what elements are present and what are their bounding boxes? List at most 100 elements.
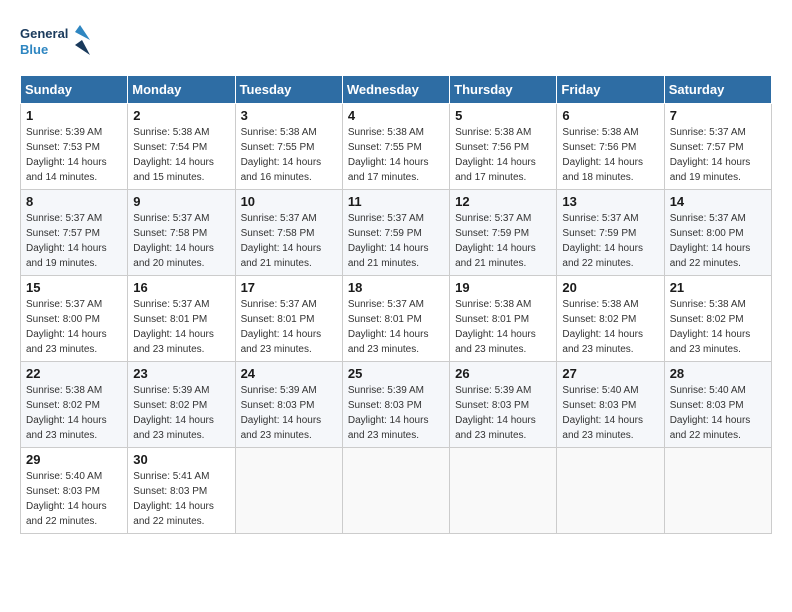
calendar-cell: 5 Sunrise: 5:38 AM Sunset: 7:56 PM Dayli… bbox=[450, 104, 557, 190]
day-number: 26 bbox=[455, 366, 551, 381]
day-info: Sunrise: 5:38 AM Sunset: 8:02 PM Dayligh… bbox=[670, 297, 766, 357]
sunrise-label: Sunrise: 5:41 AM bbox=[133, 471, 209, 482]
daylight-label: Daylight: 14 hours and 23 minutes. bbox=[241, 329, 322, 355]
daylight-label: Daylight: 14 hours and 22 minutes. bbox=[26, 501, 107, 527]
day-info: Sunrise: 5:38 AM Sunset: 8:02 PM Dayligh… bbox=[562, 297, 658, 357]
day-number: 20 bbox=[562, 280, 658, 295]
sunset-label: Sunset: 8:03 PM bbox=[562, 400, 636, 411]
day-info: Sunrise: 5:37 AM Sunset: 7:59 PM Dayligh… bbox=[348, 211, 444, 271]
calendar-cell: 22 Sunrise: 5:38 AM Sunset: 8:02 PM Dayl… bbox=[21, 362, 128, 448]
sunrise-label: Sunrise: 5:38 AM bbox=[241, 127, 317, 138]
day-info: Sunrise: 5:38 AM Sunset: 8:01 PM Dayligh… bbox=[455, 297, 551, 357]
sunset-label: Sunset: 8:03 PM bbox=[455, 400, 529, 411]
weekday-header-cell: Wednesday bbox=[342, 76, 449, 104]
weekday-header-cell: Friday bbox=[557, 76, 664, 104]
daylight-label: Daylight: 14 hours and 23 minutes. bbox=[241, 415, 322, 441]
sunset-label: Sunset: 7:58 PM bbox=[133, 228, 207, 239]
sunset-label: Sunset: 7:59 PM bbox=[455, 228, 529, 239]
sunrise-label: Sunrise: 5:39 AM bbox=[133, 385, 209, 396]
sunset-label: Sunset: 7:55 PM bbox=[241, 142, 315, 153]
daylight-label: Daylight: 14 hours and 23 minutes. bbox=[133, 329, 214, 355]
day-info: Sunrise: 5:38 AM Sunset: 7:56 PM Dayligh… bbox=[455, 125, 551, 185]
day-number: 28 bbox=[670, 366, 766, 381]
calendar-cell: 9 Sunrise: 5:37 AM Sunset: 7:58 PM Dayli… bbox=[128, 190, 235, 276]
sunset-label: Sunset: 7:59 PM bbox=[348, 228, 422, 239]
daylight-label: Daylight: 14 hours and 21 minutes. bbox=[348, 243, 429, 269]
day-info: Sunrise: 5:41 AM Sunset: 8:03 PM Dayligh… bbox=[133, 469, 229, 529]
calendar-cell: 29 Sunrise: 5:40 AM Sunset: 8:03 PM Dayl… bbox=[21, 448, 128, 534]
daylight-label: Daylight: 14 hours and 23 minutes. bbox=[455, 415, 536, 441]
sunset-label: Sunset: 8:03 PM bbox=[348, 400, 422, 411]
sunset-label: Sunset: 7:59 PM bbox=[562, 228, 636, 239]
sunrise-label: Sunrise: 5:38 AM bbox=[348, 127, 424, 138]
sunset-label: Sunset: 8:01 PM bbox=[348, 314, 422, 325]
calendar-cell: 17 Sunrise: 5:37 AM Sunset: 8:01 PM Dayl… bbox=[235, 276, 342, 362]
daylight-label: Daylight: 14 hours and 23 minutes. bbox=[26, 329, 107, 355]
sunrise-label: Sunrise: 5:37 AM bbox=[133, 299, 209, 310]
day-info: Sunrise: 5:37 AM Sunset: 7:57 PM Dayligh… bbox=[670, 125, 766, 185]
day-info: Sunrise: 5:39 AM Sunset: 8:02 PM Dayligh… bbox=[133, 383, 229, 443]
sunrise-label: Sunrise: 5:37 AM bbox=[670, 127, 746, 138]
day-number: 23 bbox=[133, 366, 229, 381]
calendar-cell: 26 Sunrise: 5:39 AM Sunset: 8:03 PM Dayl… bbox=[450, 362, 557, 448]
calendar-cell: 1 Sunrise: 5:39 AM Sunset: 7:53 PM Dayli… bbox=[21, 104, 128, 190]
day-info: Sunrise: 5:38 AM Sunset: 7:55 PM Dayligh… bbox=[241, 125, 337, 185]
calendar-cell: 25 Sunrise: 5:39 AM Sunset: 8:03 PM Dayl… bbox=[342, 362, 449, 448]
calendar-cell bbox=[235, 448, 342, 534]
sunset-label: Sunset: 8:01 PM bbox=[133, 314, 207, 325]
sunrise-label: Sunrise: 5:37 AM bbox=[455, 213, 531, 224]
sunset-label: Sunset: 8:02 PM bbox=[133, 400, 207, 411]
sunset-label: Sunset: 8:02 PM bbox=[670, 314, 744, 325]
calendar-body: 1 Sunrise: 5:39 AM Sunset: 7:53 PM Dayli… bbox=[21, 104, 772, 534]
calendar-cell: 19 Sunrise: 5:38 AM Sunset: 8:01 PM Dayl… bbox=[450, 276, 557, 362]
daylight-label: Daylight: 14 hours and 21 minutes. bbox=[455, 243, 536, 269]
logo-icon: General Blue bbox=[20, 20, 90, 65]
day-info: Sunrise: 5:38 AM Sunset: 7:54 PM Dayligh… bbox=[133, 125, 229, 185]
calendar-cell: 14 Sunrise: 5:37 AM Sunset: 8:00 PM Dayl… bbox=[664, 190, 771, 276]
calendar-cell: 30 Sunrise: 5:41 AM Sunset: 8:03 PM Dayl… bbox=[128, 448, 235, 534]
day-info: Sunrise: 5:39 AM Sunset: 7:53 PM Dayligh… bbox=[26, 125, 122, 185]
calendar-cell: 28 Sunrise: 5:40 AM Sunset: 8:03 PM Dayl… bbox=[664, 362, 771, 448]
sunrise-label: Sunrise: 5:38 AM bbox=[26, 385, 102, 396]
logo: General Blue bbox=[20, 20, 90, 65]
day-number: 13 bbox=[562, 194, 658, 209]
calendar-cell: 12 Sunrise: 5:37 AM Sunset: 7:59 PM Dayl… bbox=[450, 190, 557, 276]
calendar-cell: 8 Sunrise: 5:37 AM Sunset: 7:57 PM Dayli… bbox=[21, 190, 128, 276]
calendar-cell: 23 Sunrise: 5:39 AM Sunset: 8:02 PM Dayl… bbox=[128, 362, 235, 448]
daylight-label: Daylight: 14 hours and 22 minutes. bbox=[670, 243, 751, 269]
sunset-label: Sunset: 7:56 PM bbox=[455, 142, 529, 153]
sunrise-label: Sunrise: 5:37 AM bbox=[26, 213, 102, 224]
day-info: Sunrise: 5:40 AM Sunset: 8:03 PM Dayligh… bbox=[670, 383, 766, 443]
calendar-cell: 15 Sunrise: 5:37 AM Sunset: 8:00 PM Dayl… bbox=[21, 276, 128, 362]
calendar-cell: 21 Sunrise: 5:38 AM Sunset: 8:02 PM Dayl… bbox=[664, 276, 771, 362]
sunset-label: Sunset: 7:58 PM bbox=[241, 228, 315, 239]
calendar-cell: 10 Sunrise: 5:37 AM Sunset: 7:58 PM Dayl… bbox=[235, 190, 342, 276]
calendar-week-row: 15 Sunrise: 5:37 AM Sunset: 8:00 PM Dayl… bbox=[21, 276, 772, 362]
sunrise-label: Sunrise: 5:37 AM bbox=[26, 299, 102, 310]
day-number: 24 bbox=[241, 366, 337, 381]
calendar-cell: 4 Sunrise: 5:38 AM Sunset: 7:55 PM Dayli… bbox=[342, 104, 449, 190]
calendar-cell: 7 Sunrise: 5:37 AM Sunset: 7:57 PM Dayli… bbox=[664, 104, 771, 190]
day-number: 14 bbox=[670, 194, 766, 209]
sunrise-label: Sunrise: 5:39 AM bbox=[26, 127, 102, 138]
day-info: Sunrise: 5:39 AM Sunset: 8:03 PM Dayligh… bbox=[455, 383, 551, 443]
weekday-header-cell: Thursday bbox=[450, 76, 557, 104]
sunset-label: Sunset: 8:02 PM bbox=[562, 314, 636, 325]
sunrise-label: Sunrise: 5:40 AM bbox=[670, 385, 746, 396]
sunset-label: Sunset: 7:53 PM bbox=[26, 142, 100, 153]
day-info: Sunrise: 5:37 AM Sunset: 7:59 PM Dayligh… bbox=[455, 211, 551, 271]
sunset-label: Sunset: 8:02 PM bbox=[26, 400, 100, 411]
sunset-label: Sunset: 7:57 PM bbox=[26, 228, 100, 239]
daylight-label: Daylight: 14 hours and 15 minutes. bbox=[133, 157, 214, 183]
calendar-cell bbox=[557, 448, 664, 534]
calendar-cell: 27 Sunrise: 5:40 AM Sunset: 8:03 PM Dayl… bbox=[557, 362, 664, 448]
sunrise-label: Sunrise: 5:37 AM bbox=[670, 213, 746, 224]
sunrise-label: Sunrise: 5:37 AM bbox=[241, 299, 317, 310]
day-info: Sunrise: 5:37 AM Sunset: 8:01 PM Dayligh… bbox=[348, 297, 444, 357]
sunset-label: Sunset: 7:55 PM bbox=[348, 142, 422, 153]
sunrise-label: Sunrise: 5:38 AM bbox=[562, 299, 638, 310]
day-number: 17 bbox=[241, 280, 337, 295]
day-number: 19 bbox=[455, 280, 551, 295]
sunrise-label: Sunrise: 5:38 AM bbox=[562, 127, 638, 138]
daylight-label: Daylight: 14 hours and 22 minutes. bbox=[133, 501, 214, 527]
